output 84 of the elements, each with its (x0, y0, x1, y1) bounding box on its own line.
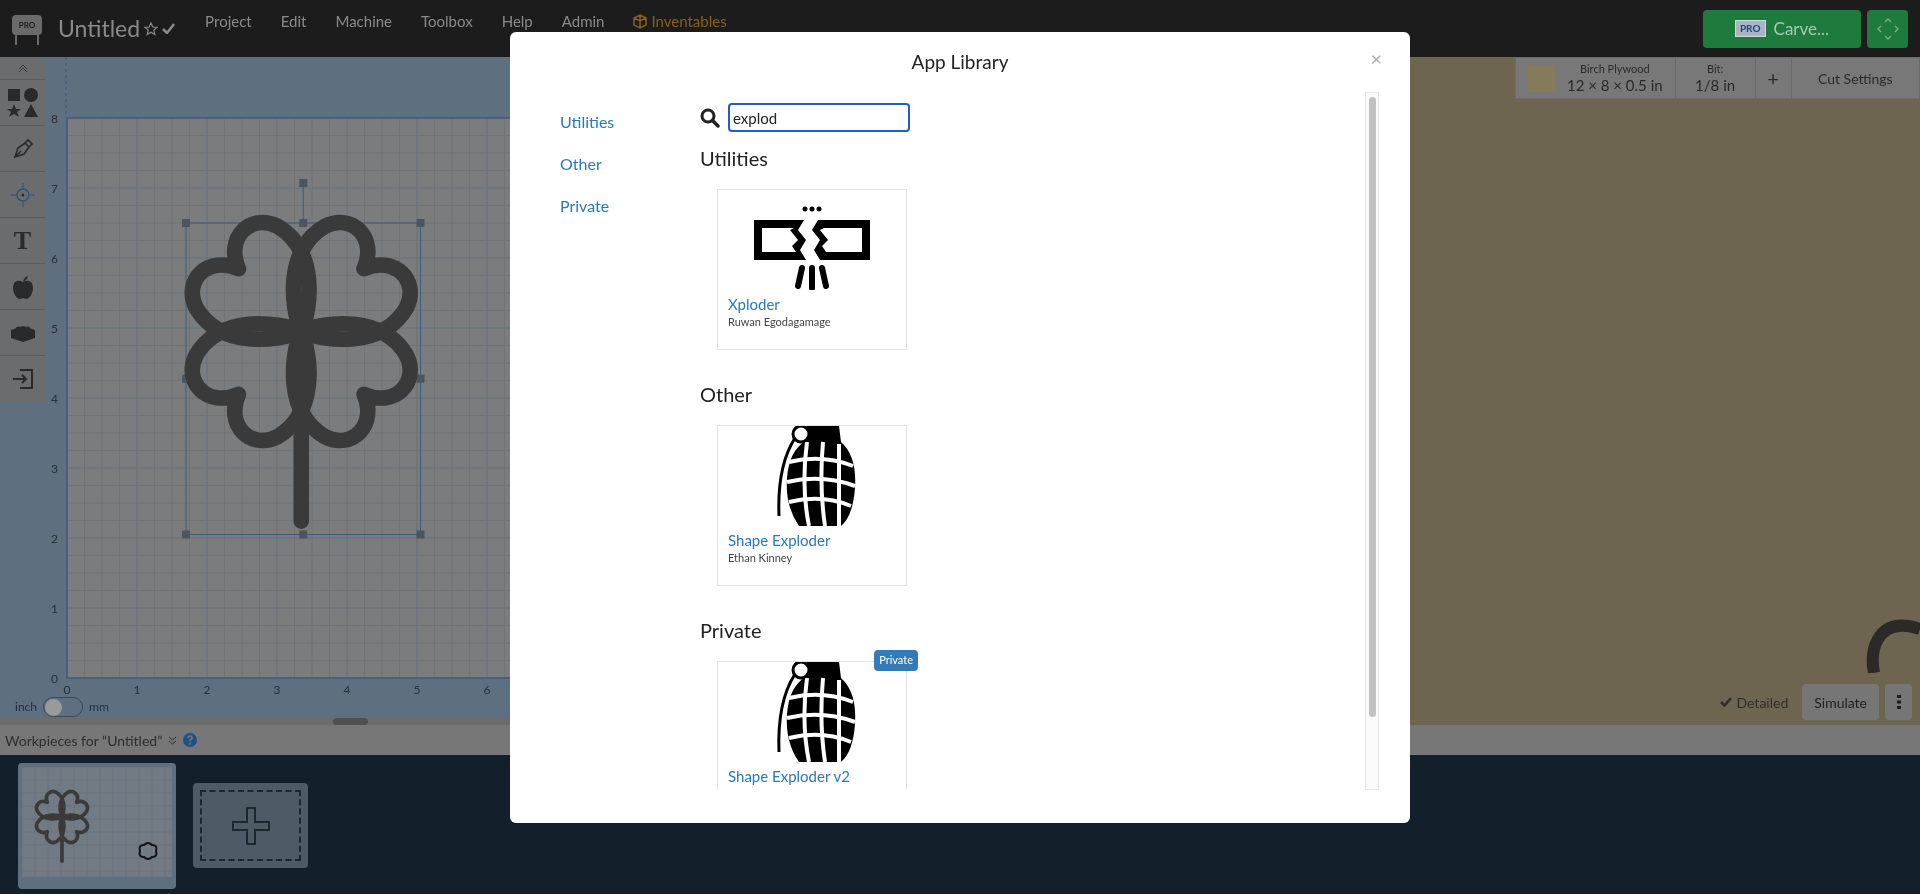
double-chevron-up-icon (17, 63, 28, 73)
expand-arrows-icon (1876, 17, 1899, 40)
bit-label: Bit: (1706, 61, 1724, 76)
pen-nib-icon (11, 137, 34, 160)
detailed-option[interactable]: Detailed (1720, 691, 1789, 713)
crosshair-icon (10, 182, 35, 207)
carved-shape-preview (1866, 617, 1920, 673)
check-icon (1720, 697, 1733, 707)
category-link[interactable]: Utilities (560, 110, 700, 134)
menu-item[interactable]: Project (205, 13, 252, 30)
unit-label: mm (89, 698, 109, 716)
axis-label: 3 (51, 461, 58, 476)
carve-button[interactable]: PRO Carve... (1703, 9, 1861, 48)
axis-label: 6 (51, 251, 58, 266)
broken-frame-icon (754, 206, 870, 290)
search-field[interactable]: explod (728, 103, 910, 132)
blob-icon (138, 842, 158, 860)
simulate-button[interactable]: Simulate (1802, 684, 1879, 720)
menu-item[interactable]: Help (501, 13, 533, 30)
scrollbar-thumb[interactable] (1368, 97, 1376, 717)
app-name[interactable]: Shape Exploder v2 (728, 766, 850, 786)
resize-handle[interactable] (332, 718, 368, 725)
menu-item[interactable]: Admin (561, 13, 605, 30)
workpieces-title: Workpieces for “Untitled” (5, 730, 163, 751)
axis-label: 8 (51, 111, 58, 126)
axis-label: 2 (51, 531, 58, 546)
cube-icon (633, 14, 648, 29)
unit-toggle[interactable] (43, 697, 83, 717)
app-card[interactable]: Xploder Ruwan Egodagamage (717, 189, 907, 350)
plus-icon (231, 806, 270, 845)
app-name[interactable]: Xploder (728, 294, 780, 314)
brand-link[interactable]: Inventables (633, 13, 727, 30)
axis-label: 0 (63, 682, 71, 697)
menu-item[interactable]: Edit (280, 13, 307, 30)
workpiece-thumbnail[interactable] (18, 763, 176, 889)
axis-label: 5 (413, 682, 421, 697)
shapes-icon (6, 87, 39, 118)
selection-box[interactable] (182, 179, 425, 539)
app-card[interactable]: Shape Exploder Ethan Kinney (717, 425, 907, 586)
axis-label: 4 (51, 391, 58, 406)
axis-label: 5 (51, 321, 58, 336)
unit-label: inch (15, 698, 37, 716)
axis-label: 6 (483, 682, 491, 697)
app-name[interactable]: Shape Exploder (728, 530, 831, 550)
more-options-button[interactable] (1885, 684, 1912, 720)
axis-label: 1 (51, 601, 58, 616)
apple-icon (11, 274, 34, 299)
document-title[interactable]: Untitled (58, 11, 141, 46)
double-chevron-down-icon[interactable] (168, 735, 178, 745)
app-author: Ethan Kinney (728, 550, 793, 566)
help-icon[interactable] (183, 733, 198, 747)
private-tag: Private (874, 650, 918, 671)
axis-label: 1 (133, 682, 141, 697)
axis-label: 0 (51, 671, 58, 686)
cut-settings-button[interactable]: Cut Settings (1791, 58, 1919, 98)
text-tool[interactable]: T (0, 218, 45, 264)
material-size[interactable]: 12 × 8 × 0.5 in (1567, 75, 1663, 95)
menu-item[interactable]: Machine (335, 13, 393, 30)
star-icon[interactable] (144, 21, 159, 36)
axis-label: 4 (343, 682, 351, 697)
category-link[interactable]: Private (560, 194, 700, 218)
app-author: Ruwan Egodagamage (728, 314, 831, 330)
axis-label: 3 (273, 682, 281, 697)
vertical-dots-icon (1896, 695, 1901, 709)
close-button[interactable]: × (1370, 48, 1382, 68)
axis-label: 2 (203, 682, 211, 697)
logo-badge: PRO (12, 14, 42, 35)
menu-item[interactable]: Toolbox (421, 13, 473, 30)
category-link[interactable]: Other (560, 152, 700, 176)
material-swatch[interactable] (1528, 64, 1555, 92)
search-icon (700, 107, 720, 128)
axis-label: 7 (51, 181, 58, 196)
check-icon (162, 23, 176, 34)
bit-size[interactable]: 1/8 in (1695, 75, 1736, 95)
dialog-title: App Library (911, 48, 1009, 75)
fullscreen-button[interactable] (1867, 9, 1908, 48)
add-workpiece-button[interactable] (193, 783, 308, 868)
section-heading: Utilities (700, 145, 768, 171)
pro-badge: PRO (1734, 20, 1766, 37)
section-heading: Private (700, 617, 762, 643)
material-name[interactable]: Birch Plywood (1579, 61, 1650, 76)
add-bit-button[interactable]: + (1755, 58, 1792, 98)
section-heading: Other (700, 381, 753, 407)
sign-in-icon (10, 367, 35, 391)
